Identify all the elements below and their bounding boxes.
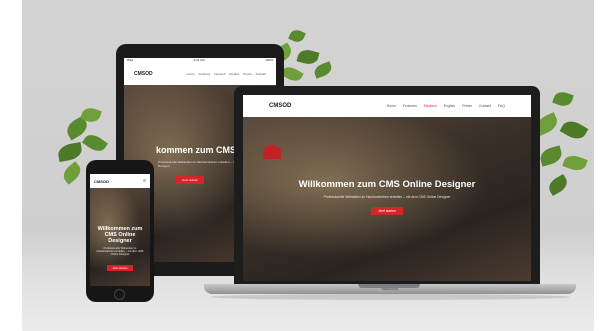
laptop-device: CMSOD Home Features Deutsch English Prei… xyxy=(234,86,540,284)
laptop-screen: CMSOD Home Features Deutsch English Prei… xyxy=(243,95,531,281)
tablet-navbar: CMSOD Home Features Deutsch English Prei… xyxy=(124,63,276,85)
tablet-menu-home[interactable]: Home xyxy=(187,72,195,76)
laptop-hero: Willkommen zum CMS Online Designer Profe… xyxy=(243,117,531,281)
tablet-menu: Home Features Deutsch English Preise Kon… xyxy=(187,72,266,76)
laptop-menu-home[interactable]: Home xyxy=(387,104,396,108)
laptop-hero-subtitle: Professionelle Webseiten im Handumdrehen… xyxy=(323,195,451,199)
tablet-menu-features[interactable]: Features xyxy=(199,72,211,76)
tablet-menu-kontakt[interactable]: Kontakt xyxy=(256,72,266,76)
phone-cta-button[interactable]: Jetzt starten xyxy=(107,265,133,271)
tablet-cta-button[interactable]: Jetzt starten xyxy=(175,176,205,184)
laptop-logo[interactable]: CMSOD xyxy=(269,103,291,109)
laptop-navbar: CMSOD Home Features Deutsch English Prei… xyxy=(243,95,531,117)
hamburger-menu-icon[interactable]: ≡ xyxy=(143,178,146,184)
phone-screen: CMSOD ≡ Willkommen zum CMS Online Design… xyxy=(90,174,150,286)
tablet-menu-english[interactable]: English xyxy=(229,72,239,76)
phone-home-button[interactable] xyxy=(114,289,125,300)
laptop-notch xyxy=(358,284,420,288)
desk-lamp-decoration xyxy=(263,145,281,159)
laptop-cta-button[interactable]: Jetzt starten xyxy=(371,207,403,215)
laptop-menu-english[interactable]: English xyxy=(444,104,455,108)
left-margin xyxy=(0,0,22,331)
phone-hero-title: Willkommen zum CMS Online Designer xyxy=(97,226,143,244)
laptop-menu: Home Features Deutsch English Preise Kon… xyxy=(387,104,505,108)
laptop-hero-title: Willkommen zum CMS Online Designer xyxy=(298,179,476,190)
phone-hero: Willkommen zum CMS Online Designer Profe… xyxy=(90,188,150,286)
laptop-menu-deutsch[interactable]: Deutsch xyxy=(424,104,437,108)
phone-navbar: CMSOD ≡ xyxy=(90,174,150,188)
phone-device: CMSOD ≡ Willkommen zum CMS Online Design… xyxy=(86,160,154,302)
laptop-shadow xyxy=(210,294,570,300)
laptop-menu-kontakt[interactable]: Kontakt xyxy=(479,104,491,108)
tablet-menu-deutsch[interactable]: Deutsch xyxy=(214,72,225,76)
laptop-menu-features[interactable]: Features xyxy=(403,104,417,108)
laptop-menu-preise[interactable]: Preise xyxy=(462,104,472,108)
phone-logo[interactable]: CMSOD xyxy=(94,179,109,184)
tablet-logo[interactable]: CMSOD xyxy=(134,71,153,77)
product-mockup-scene: iPad 9:41 AM 100% CMSOD Home Features De… xyxy=(0,0,605,331)
phone-hero-subtitle: Professionelle Webseiten im Handumdrehen… xyxy=(96,247,144,256)
laptop-menu-faq[interactable]: FAQ xyxy=(498,104,505,108)
tablet-menu-preise[interactable]: Preise xyxy=(243,72,252,76)
